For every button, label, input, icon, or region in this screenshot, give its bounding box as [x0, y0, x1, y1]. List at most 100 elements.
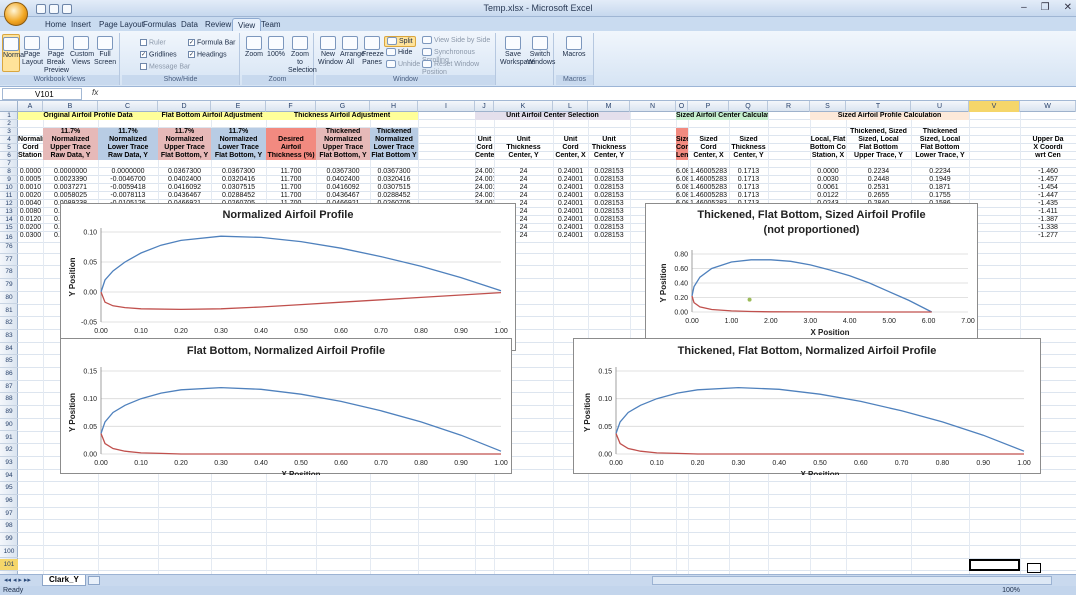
column-header-i[interactable]: I [418, 101, 475, 112]
table-cell[interactable]: 0.0367300 [158, 168, 211, 176]
column-header-s[interactable]: S [810, 101, 846, 112]
table-cell[interactable]: 0.2448 [846, 176, 911, 184]
row-header-4[interactable]: 4 [0, 136, 18, 144]
close-button[interactable]: ✕ [1064, 2, 1072, 13]
column-header-t[interactable]: T [846, 101, 911, 112]
row-header-88[interactable]: 88 [0, 393, 18, 407]
row-header-2[interactable]: 2 [0, 120, 18, 128]
empty-shape[interactable] [1027, 563, 1041, 573]
row-header-94[interactable]: 94 [0, 470, 18, 483]
row-header-11[interactable]: 11 [0, 192, 18, 200]
table-cell[interactable]: 0.028153 [588, 176, 630, 184]
table-cell[interactable]: 0.24001 [553, 216, 588, 224]
table-cell[interactable]: 0.0037271 [43, 184, 98, 192]
tab-review[interactable]: Review [200, 18, 236, 31]
formula-input[interactable] [108, 88, 1074, 100]
view-side-by-side-button[interactable]: View Side by Side [422, 36, 490, 45]
chart-2[interactable]: Thickened, Flat Bottom, Sized Airfoil Pr… [645, 203, 978, 351]
table-cell[interactable]: -1.435 [1020, 200, 1076, 208]
row-header-83[interactable]: 83 [0, 330, 18, 343]
chart-3[interactable]: Flat Bottom, Normalized Airfoil Profile 0… [60, 338, 512, 475]
table-cell[interactable]: 24 [494, 176, 553, 184]
row-header-95[interactable]: 95 [0, 482, 18, 495]
row-header-14[interactable]: 14 [0, 216, 18, 224]
row-header-97[interactable]: 97 [0, 508, 18, 521]
custom-views-button[interactable]: Custom Views [70, 36, 94, 67]
table-cell[interactable]: -1.411 [1020, 208, 1076, 216]
headings-checkbox[interactable]: ✓ Headings [188, 51, 227, 59]
table-cell[interactable]: 0.24001 [553, 176, 588, 184]
worksheet-grid[interactable]: ABCDEFGHIJKLMNOPQRSTUVW 1 2 3 4 5 6 7 8 9 10 11 12 1… [0, 101, 1076, 574]
row-header-82[interactable]: 82 [0, 317, 18, 330]
table-cell[interactable]: 0.0061 [810, 184, 846, 192]
column-header-f[interactable]: F [266, 101, 316, 112]
table-cell[interactable]: 0.028153 [588, 192, 630, 200]
column-header-r[interactable]: R [768, 101, 810, 112]
table-cell[interactable]: 0.1713 [729, 184, 768, 192]
row-header-77[interactable]: 77 [0, 254, 18, 267]
message-bar-checkbox[interactable]: Message Bar [140, 63, 190, 71]
table-cell[interactable]: 11.700 [266, 192, 316, 200]
selected-cell[interactable] [969, 558, 1020, 571]
select-all-corner[interactable] [0, 101, 18, 112]
column-header-c[interactable]: C [98, 101, 158, 112]
table-cell[interactable]: 0.028153 [588, 200, 630, 208]
normal-view-button[interactable]: Normal [2, 34, 26, 72]
freeze-panes-button[interactable]: Freeze Panes [362, 36, 384, 67]
table-cell[interactable]: 6.0833 [676, 176, 688, 184]
table-cell[interactable]: -0.0059418 [98, 184, 158, 192]
arrange-all-button[interactable]: Arrange All [340, 36, 365, 67]
table-cell[interactable]: 1.46005283 [688, 192, 729, 200]
zoom-to-selection-button[interactable]: Zoom to Selection [288, 36, 317, 75]
gridlines-checkbox[interactable]: ✓ Gridlines [140, 51, 177, 59]
table-cell[interactable]: 0.0320416 [211, 176, 266, 184]
page-layout-view-button[interactable]: Page Layout [22, 36, 43, 67]
table-cell[interactable]: 0.0058025 [43, 192, 98, 200]
column-header-w[interactable]: W [1020, 101, 1076, 112]
row-header-7[interactable]: 7 [0, 160, 18, 168]
table-cell[interactable]: 24.001 [475, 176, 494, 184]
table-cell[interactable]: 1.46005283 [688, 168, 729, 176]
table-cell[interactable]: 0.0416092 [316, 184, 370, 192]
tab-insert[interactable]: Insert [66, 18, 96, 31]
new-window-button[interactable]: New Window [318, 36, 343, 67]
row-header-89[interactable]: 89 [0, 406, 18, 419]
row-header-12[interactable]: 12 [0, 200, 18, 208]
column-header-q[interactable]: Q [729, 101, 768, 112]
table-cell[interactable]: 0.028153 [588, 184, 630, 192]
column-header-j[interactable]: J [475, 101, 494, 112]
chart-4[interactable]: Thickened, Flat Bottom, Normalized Airfo… [573, 338, 1041, 475]
horizontal-scrollbar[interactable] [652, 576, 1052, 585]
macros-button[interactable]: Macros [560, 36, 588, 59]
table-cell[interactable]: 0.0000 [810, 168, 846, 176]
chart-1[interactable]: Normalized Airfoil Profile 0.10 0.05 0.00 -0… [60, 203, 516, 351]
row-header-93[interactable]: 93 [0, 457, 18, 470]
split-button[interactable]: Split [384, 36, 416, 47]
column-header-h[interactable]: H [370, 101, 418, 112]
table-cell[interactable]: 0.2234 [911, 168, 969, 176]
table-cell[interactable]: -1.387 [1020, 216, 1076, 224]
row-header-10[interactable]: 10 [0, 184, 18, 192]
row-header-9[interactable]: 9 [0, 176, 18, 184]
row-header-80[interactable]: 80 [0, 292, 18, 305]
row-header-86[interactable]: 86 [0, 368, 18, 381]
table-cell[interactable]: 0.0288452 [211, 192, 266, 200]
table-cell[interactable]: 0.0307515 [370, 184, 418, 192]
table-cell[interactable]: 0.0010 [18, 184, 43, 192]
unhide-button[interactable]: Unhide [386, 60, 420, 69]
restore-button[interactable]: ❐ [1041, 2, 1050, 13]
table-cell[interactable]: 0.24001 [553, 168, 588, 176]
row-header-76[interactable]: 76 [0, 241, 18, 254]
row-header-81[interactable]: 81 [0, 305, 18, 318]
sheet-tab-clark-y[interactable]: Clark_Y [42, 575, 86, 586]
table-cell[interactable]: 6.0833 [676, 168, 688, 176]
table-cell[interactable]: 0.0030 [810, 176, 846, 184]
ruler-checkbox[interactable]: Ruler [140, 39, 166, 47]
table-cell[interactable]: 0.0120 [18, 216, 43, 224]
table-cell[interactable]: -1.457 [1020, 176, 1076, 184]
table-cell[interactable]: 0.0367300 [211, 168, 266, 176]
row-header-1[interactable]: 1 [0, 112, 18, 120]
switch-windows-button[interactable]: Switch Windows [527, 36, 555, 67]
row-header-91[interactable]: 91 [0, 432, 18, 445]
table-cell[interactable]: 0.1755 [911, 192, 969, 200]
